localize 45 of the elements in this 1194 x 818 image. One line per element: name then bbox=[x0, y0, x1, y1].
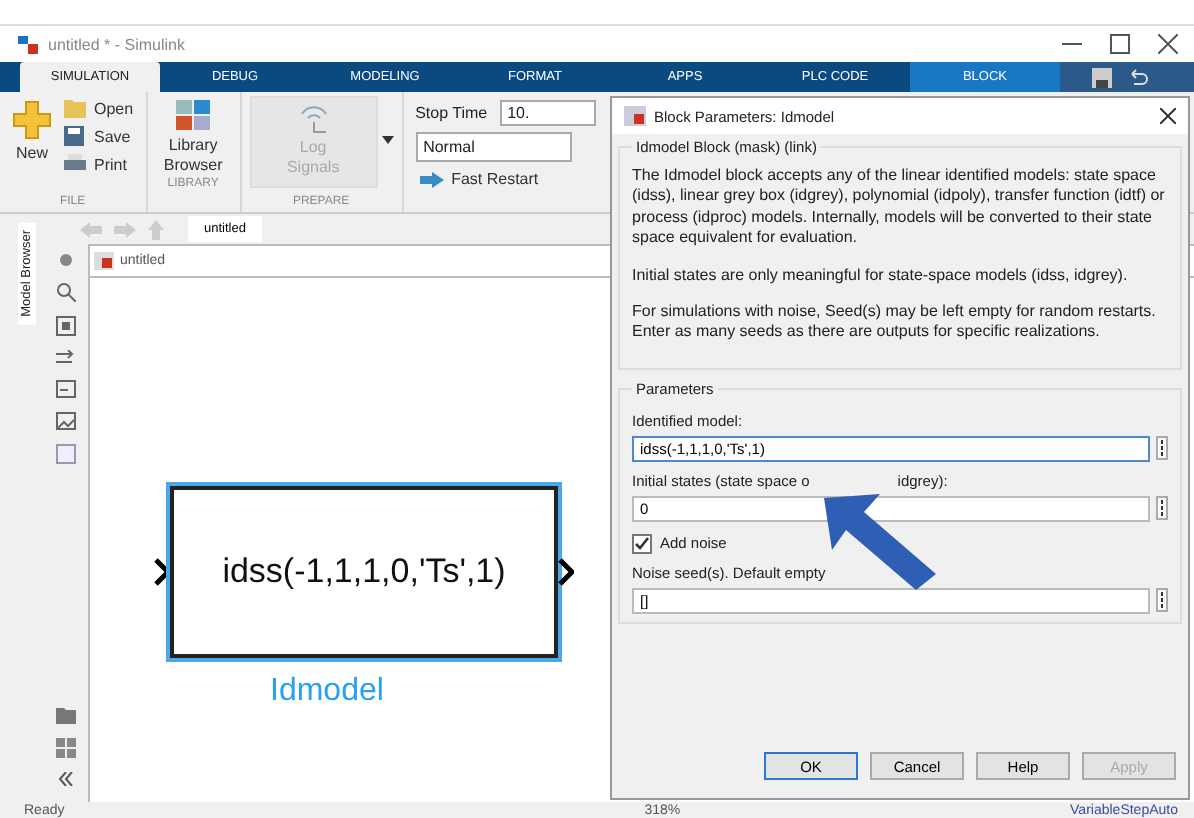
menu-button[interactable]: Open bbox=[60, 96, 138, 120]
new-button[interactable]: New bbox=[8, 96, 56, 166]
save-icon[interactable] bbox=[1092, 67, 1112, 87]
window-title: untitled * - Simulink bbox=[48, 35, 185, 53]
app-icon bbox=[16, 33, 40, 55]
folder-icon bbox=[64, 98, 86, 118]
image-icon[interactable] bbox=[56, 412, 76, 430]
fit-icon[interactable] bbox=[56, 316, 76, 336]
description-text: For simulations with noise, Seed(s) may be left empty for random restarts. Enter as many seeds as there are outputs for specific realizations. bbox=[632, 301, 1158, 344]
mode-dropdown[interactable]: Normal bbox=[415, 132, 572, 162]
description-text: Initial states are only meaningful for state-space models (idss, idgrey). bbox=[632, 265, 1130, 286]
more-options-button[interactable] bbox=[1156, 588, 1168, 613]
model-icon bbox=[94, 252, 114, 270]
more-options-button[interactable] bbox=[1156, 496, 1168, 521]
menu-button[interactable]: Print bbox=[60, 152, 138, 176]
zoom-icon[interactable] bbox=[56, 282, 76, 302]
output-port-icon bbox=[558, 558, 574, 586]
block-text: idss(-1,1,1,0,'Ts',1) bbox=[222, 552, 506, 592]
annotation-icon[interactable] bbox=[56, 380, 76, 398]
table-icon[interactable] bbox=[56, 738, 76, 758]
fast-restart-button[interactable]: Fast Restart bbox=[415, 168, 596, 190]
close-icon[interactable] bbox=[1158, 34, 1178, 54]
close-icon[interactable] bbox=[1160, 108, 1176, 124]
stop-time-field[interactable]: 10. bbox=[499, 100, 596, 126]
input-port-icon bbox=[154, 558, 170, 586]
menu-button[interactable]: Save bbox=[60, 124, 138, 148]
collapse-icon[interactable] bbox=[58, 772, 74, 786]
undo-icon[interactable] bbox=[1128, 67, 1148, 87]
stop-time-label: Stop Time bbox=[415, 104, 488, 122]
floppy-icon bbox=[64, 126, 86, 146]
library-browser-button[interactable]: Library Browser bbox=[155, 96, 232, 179]
folder-icon[interactable] bbox=[56, 708, 76, 724]
model-block[interactable]: idss(-1,1,1,0,'Ts',1) bbox=[170, 486, 558, 658]
grid-icon bbox=[175, 100, 212, 132]
dropdown-icon[interactable] bbox=[381, 136, 394, 144]
checkbox[interactable] bbox=[632, 533, 652, 554]
printer-icon bbox=[64, 154, 86, 174]
arrows-icon[interactable] bbox=[56, 350, 76, 366]
more-options-button[interactable] bbox=[1156, 436, 1168, 461]
description-text: The Idmodel block accepts any of the linear identified models: state space (idss), linear grey box (idgrey), polynomial (idpoly), transfer function (idtf) or process (idproc) models. Internally, models will be converted to their state space equivalent for evaluation. bbox=[632, 166, 1167, 250]
maximize-icon[interactable] bbox=[1110, 34, 1130, 54]
plus-icon bbox=[12, 100, 52, 140]
block-icon bbox=[624, 106, 646, 126]
fast-restart-icon bbox=[419, 171, 444, 187]
signal-icon bbox=[295, 102, 332, 134]
